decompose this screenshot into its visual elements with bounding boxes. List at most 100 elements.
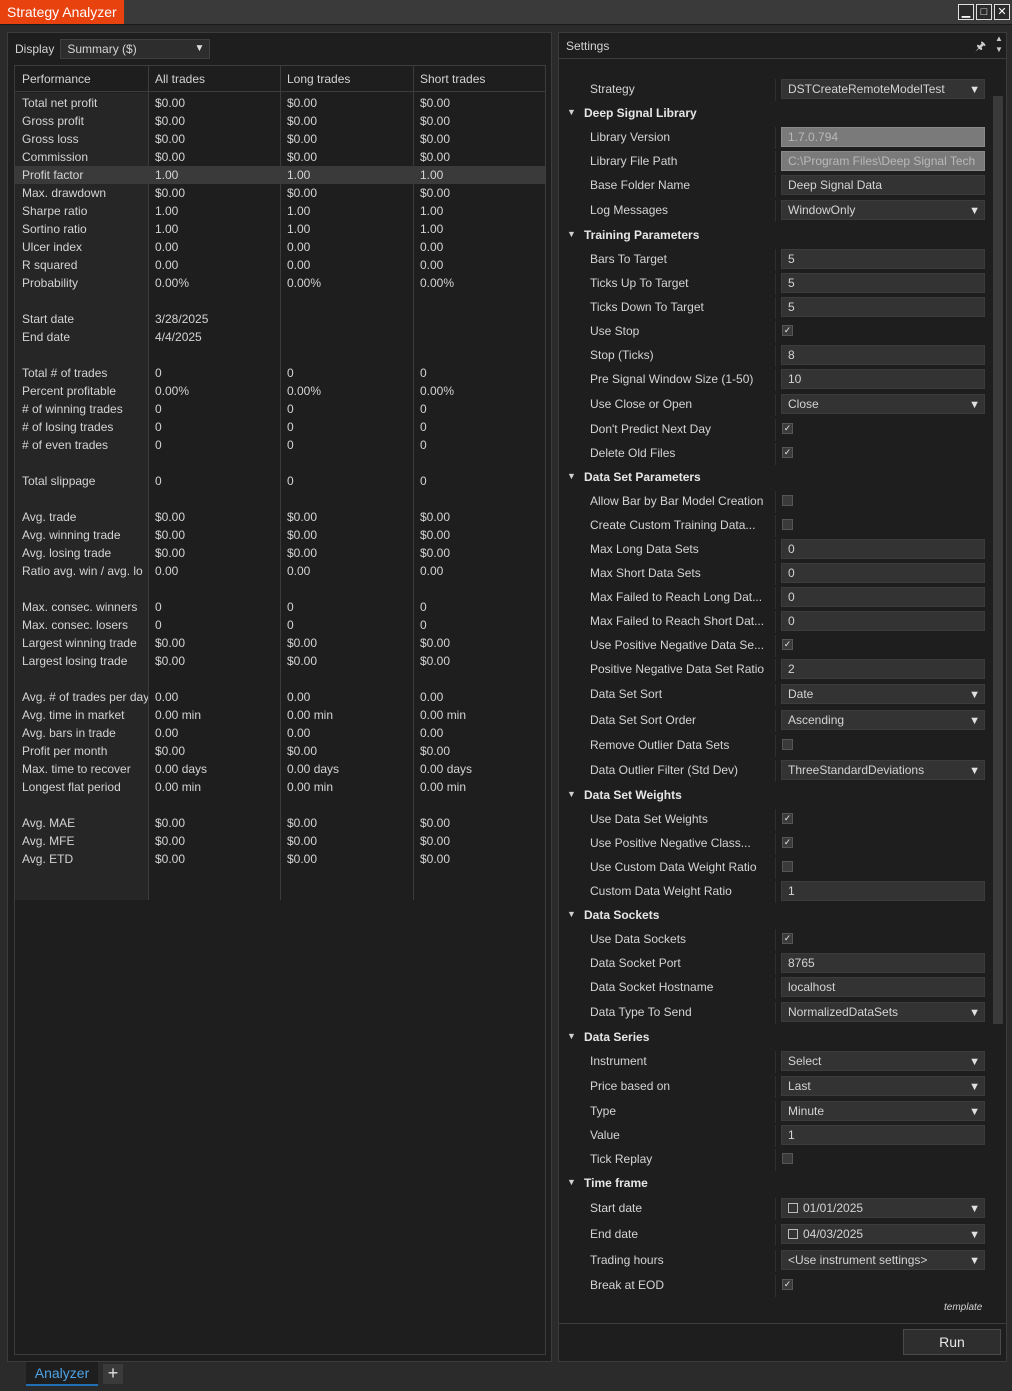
table-row[interactable]: Total # of trades 0 0 0	[15, 364, 545, 382]
table-row[interactable]: # of winning trades 0 0 0	[15, 400, 545, 418]
chevron-down-icon[interactable]: ▼	[969, 1053, 980, 1070]
collapse-triangle-icon[interactable]: ▼	[567, 107, 576, 117]
table-row[interactable]: Avg. MAE $0.00 $0.00 $0.00	[15, 814, 545, 832]
category-data-set-weights[interactable]: ▼ Data Set Weights	[559, 785, 991, 807]
table-row[interactable]: Start date 3/28/2025	[15, 310, 545, 328]
table-row[interactable]: # of even trades 0 0 0	[15, 436, 545, 454]
category-deep-signal-library[interactable]: ▼ Deep Signal Library	[559, 103, 991, 125]
collapse-triangle-icon[interactable]: ▼	[567, 229, 576, 239]
chevron-down-icon[interactable]: ▼	[969, 81, 980, 98]
category-data-set-parameters[interactable]: ▼ Data Set Parameters	[559, 467, 991, 489]
table-row[interactable]: Profit factor 1.00 1.00 1.00	[15, 166, 545, 184]
chevron-down-icon[interactable]: ▼	[969, 1226, 980, 1243]
input-max-short-data-sets[interactable]: 0	[781, 563, 985, 583]
table-row[interactable]	[15, 292, 545, 310]
table-row[interactable]: Avg. MFE $0.00 $0.00 $0.00	[15, 832, 545, 850]
dropdown-end-date[interactable]: 04/03/2025 ▼	[781, 1224, 985, 1244]
checkbox-checked[interactable]: ✓	[782, 933, 793, 944]
checkbox-checked[interactable]: ✓	[782, 837, 793, 848]
category-data-sockets[interactable]: ▼ Data Sockets	[559, 905, 991, 927]
table-row[interactable]	[15, 796, 545, 814]
table-row[interactable]: Avg. trade $0.00 $0.00 $0.00	[15, 508, 545, 526]
table-row[interactable]: Sortino ratio 1.00 1.00 1.00	[15, 220, 545, 238]
checkbox[interactable]	[782, 861, 793, 872]
table-row[interactable]: Avg. bars in trade 0.00 0.00 0.00	[15, 724, 545, 742]
table-row[interactable]: Max. drawdown $0.00 $0.00 $0.00	[15, 184, 545, 202]
table-row[interactable]: Largest winning trade $0.00 $0.00 $0.00	[15, 634, 545, 652]
table-row[interactable]	[15, 580, 545, 598]
chevron-down-icon[interactable]: ▼	[969, 1004, 980, 1021]
maximize-button[interactable]: □	[976, 4, 992, 20]
chevron-down-icon[interactable]: ▼	[969, 686, 980, 703]
perf-header-short-trades[interactable]: Short trades	[413, 66, 547, 92]
dropdown-strategy[interactable]: DSTCreateRemoteModelTest ▼	[781, 79, 985, 99]
input-ticks-up-to-target[interactable]: 5	[781, 273, 985, 293]
checkbox-checked[interactable]: ✓	[782, 447, 793, 458]
checkbox-checked[interactable]: ✓	[782, 423, 793, 434]
dropdown-type[interactable]: Minute ▼	[781, 1101, 985, 1121]
table-row[interactable]: Probability 0.00% 0.00% 0.00%	[15, 274, 545, 292]
chevron-down-icon[interactable]: ▼	[969, 396, 980, 413]
table-row[interactable]: Max. consec. winners 0 0 0	[15, 598, 545, 616]
tab-analyzer[interactable]: Analyzer	[26, 1362, 98, 1386]
chevron-down-icon[interactable]: ▼	[969, 1252, 980, 1269]
checkbox[interactable]	[782, 739, 793, 750]
dropdown-start-date[interactable]: 01/01/2025 ▼	[781, 1198, 985, 1218]
input-data-socket-hostname[interactable]: localhost	[781, 977, 985, 997]
collapse-triangle-icon[interactable]: ▼	[567, 1177, 576, 1187]
chevron-down-icon[interactable]: ▼	[969, 1200, 980, 1217]
table-row[interactable]: Ulcer index 0.00 0.00 0.00	[15, 238, 545, 256]
table-row[interactable]: End date 4/4/2025	[15, 328, 545, 346]
table-row[interactable]: Sharpe ratio 1.00 1.00 1.00	[15, 202, 545, 220]
category-time-frame[interactable]: ▼ Time frame	[559, 1173, 991, 1195]
perf-header-performance[interactable]: Performance	[15, 66, 148, 92]
table-row[interactable]: Commission $0.00 $0.00 $0.00	[15, 148, 545, 166]
run-button[interactable]: Run	[903, 1329, 1001, 1355]
table-row[interactable]: # of losing trades 0 0 0	[15, 418, 545, 436]
add-tab-button[interactable]: +	[103, 1364, 123, 1384]
table-row[interactable]: Max. consec. losers 0 0 0	[15, 616, 545, 634]
table-row[interactable]: Percent profitable 0.00% 0.00% 0.00%	[15, 382, 545, 400]
input-value[interactable]: 1	[781, 1125, 985, 1145]
category-training-parameters[interactable]: ▼ Training Parameters	[559, 225, 991, 247]
pin-icon[interactable]: 🖈	[975, 37, 986, 58]
dropdown-data-type-to-send[interactable]: NormalizedDataSets ▼	[781, 1002, 985, 1022]
table-row[interactable]: Longest flat period 0.00 min 0.00 min 0.00 …	[15, 778, 545, 796]
dropdown-data-set-sort[interactable]: Date ▼	[781, 684, 985, 704]
collapse-triangle-icon[interactable]: ▼	[567, 789, 576, 799]
table-row[interactable]: Avg. time in market 0.00 min 0.00 min 0.00 …	[15, 706, 545, 724]
table-row[interactable]: R squared 0.00 0.00 0.00	[15, 256, 545, 274]
table-row[interactable]: Max. time to recover 0.00 days 0.00 days 0.…	[15, 760, 545, 778]
table-row[interactable]: Avg. ETD $0.00 $0.00 $0.00	[15, 850, 545, 868]
input-positive-negative-data-set-ratio[interactable]: 2	[781, 659, 985, 679]
table-row[interactable]: Gross loss $0.00 $0.00 $0.00	[15, 130, 545, 148]
input-base-folder-name[interactable]: Deep Signal Data	[781, 175, 985, 195]
table-row[interactable]: Gross profit $0.00 $0.00 $0.00	[15, 112, 545, 130]
input-pre-signal-window-size-1-50[interactable]: 10	[781, 369, 985, 389]
table-row[interactable]: Profit per month $0.00 $0.00 $0.00	[15, 742, 545, 760]
perf-header-long-trades[interactable]: Long trades	[280, 66, 413, 92]
table-row[interactable]	[15, 346, 545, 364]
dropdown-use-close-or-open[interactable]: Close ▼	[781, 394, 985, 414]
table-row[interactable]	[15, 454, 545, 472]
dropdown-data-set-sort-order[interactable]: Ascending ▼	[781, 710, 985, 730]
table-row[interactable]: Avg. # of trades per day 0.00 0.00 0.00	[15, 688, 545, 706]
table-row[interactable]: Total net profit $0.00 $0.00 $0.00	[15, 94, 545, 112]
chevron-down-icon[interactable]: ▼	[969, 202, 980, 219]
settings-scrollbar[interactable]	[993, 96, 1003, 1024]
category-data-series[interactable]: ▼ Data Series	[559, 1027, 991, 1049]
checkbox[interactable]	[782, 1153, 793, 1164]
table-row[interactable]	[15, 670, 545, 688]
table-row[interactable]: Total slippage 0 0 0	[15, 472, 545, 490]
checkbox[interactable]	[782, 519, 793, 530]
display-select[interactable]: Summary ($) ▼	[60, 39, 211, 59]
input-custom-data-weight-ratio[interactable]: 1	[781, 881, 985, 901]
dropdown-price-based-on[interactable]: Last ▼	[781, 1076, 985, 1096]
chevron-down-icon[interactable]: ▼	[969, 1078, 980, 1095]
template-link[interactable]: template	[944, 1302, 982, 1313]
calendar-icon[interactable]	[788, 1229, 798, 1239]
dropdown-log-messages[interactable]: WindowOnly ▼	[781, 200, 985, 220]
input-max-failed-to-reach-short-dat[interactable]: 0	[781, 611, 985, 631]
input-ticks-down-to-target[interactable]: 5	[781, 297, 985, 317]
checkbox-checked[interactable]: ✓	[782, 325, 793, 336]
